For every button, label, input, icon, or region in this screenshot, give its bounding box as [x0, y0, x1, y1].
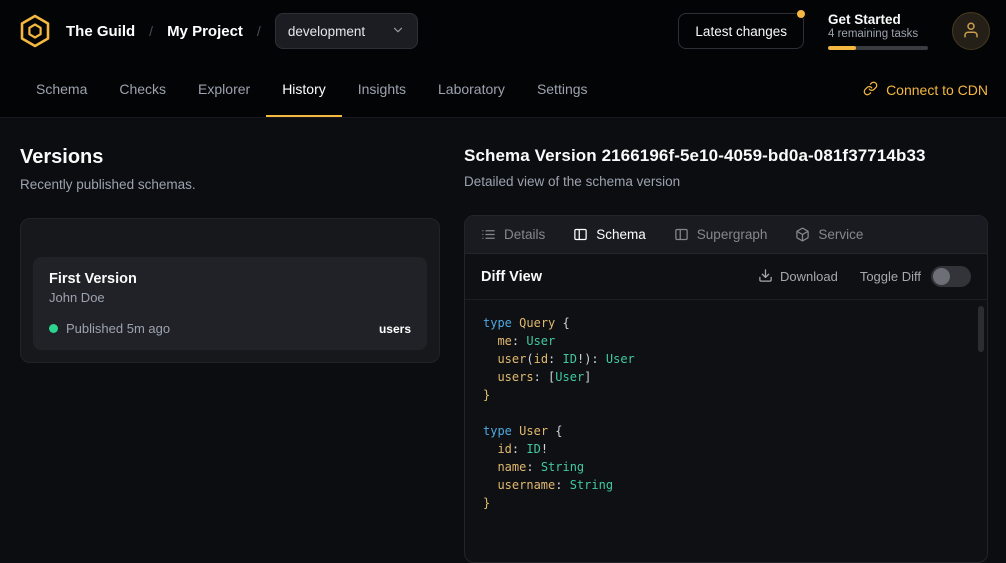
- diff-view-actions: Download Toggle Diff: [758, 266, 971, 287]
- top-header: The Guild / My Project / development Lat…: [0, 0, 1006, 62]
- detail-tab-label: Schema: [596, 227, 646, 242]
- breadcrumb: The Guild / My Project / development: [18, 13, 418, 49]
- nav-tab-checks[interactable]: Checks: [103, 62, 182, 117]
- diff-view-toolbar: Diff View Download Toggle Diff: [465, 254, 987, 300]
- detail-tab-list: Details Schema Supergraph Service: [465, 216, 987, 254]
- versions-list-card: First Version John Doe Published 5m ago use…: [20, 218, 440, 363]
- service-name-badge: users: [379, 322, 411, 336]
- guild-hive-logo-icon[interactable]: [18, 14, 52, 48]
- code-line: id: ID!: [483, 440, 969, 458]
- detail-tab-label: Details: [504, 227, 545, 242]
- detail-tab-service[interactable]: Service: [795, 227, 863, 242]
- nav-tab-explorer[interactable]: Explorer: [182, 62, 266, 117]
- detail-tab-label: Service: [818, 227, 863, 242]
- list-icon: [481, 227, 496, 242]
- notification-dot: [797, 10, 805, 18]
- latest-changes-button[interactable]: Latest changes: [678, 13, 804, 49]
- version-author: John Doe: [49, 290, 411, 305]
- toggle-diff-control: Toggle Diff: [860, 266, 971, 287]
- panels-icon: [573, 227, 588, 242]
- connect-to-cdn-label: Connect to CDN: [886, 82, 988, 98]
- toggle-diff-switch[interactable]: [931, 266, 971, 287]
- schema-version-panel: Schema Version 2166196f-5e10-4059-bd0a-0…: [464, 146, 988, 563]
- schema-version-detail-card: Details Schema Supergraph Service Diff View…: [464, 215, 988, 563]
- version-status: Published 5m ago: [66, 321, 170, 336]
- detail-tab-details[interactable]: Details: [481, 227, 545, 242]
- version-status-row: Published 5m ago users: [49, 321, 411, 336]
- version-name: First Version: [49, 271, 411, 287]
- schema-version-title: Schema Version 2166196f-5e10-4059-bd0a-0…: [464, 146, 988, 166]
- box-icon: [795, 227, 810, 242]
- schema-code-viewer[interactable]: type Query { me: User user(id: ID!): Use…: [465, 300, 987, 562]
- nav-tab-schema[interactable]: Schema: [20, 62, 103, 117]
- connect-to-cdn-link[interactable]: Connect to CDN: [863, 62, 988, 117]
- versions-title: Versions: [20, 146, 440, 169]
- panels-icon: [674, 227, 689, 242]
- switch-knob: [933, 268, 950, 285]
- get-started-progressbar: [828, 46, 928, 50]
- code-line: type Query {: [483, 314, 969, 332]
- target-selector[interactable]: development: [275, 13, 418, 49]
- get-started-progress-fill: [828, 46, 856, 50]
- download-icon: [758, 268, 773, 286]
- header-actions: Latest changes Get Started 4 remaining t…: [678, 12, 990, 50]
- detail-tab-supergraph[interactable]: Supergraph: [674, 227, 768, 242]
- code-line: me: User: [483, 332, 969, 350]
- versions-subtitle: Recently published schemas.: [20, 177, 440, 192]
- code-line: user(id: ID!): User: [483, 350, 969, 368]
- user-avatar[interactable]: [952, 12, 990, 50]
- nav-tab-list: SchemaChecksExplorerHistoryInsightsLabor…: [20, 62, 604, 117]
- code-line: }: [483, 494, 969, 512]
- version-list: First Version John Doe Published 5m ago use…: [33, 257, 427, 350]
- nav-tab-laboratory[interactable]: Laboratory: [422, 62, 521, 117]
- breadcrumb-separator: /: [149, 23, 153, 39]
- target-selector-value: development: [288, 24, 365, 39]
- org-name[interactable]: The Guild: [66, 23, 135, 40]
- link-icon: [863, 81, 878, 99]
- nav-tab-settings[interactable]: Settings: [521, 62, 604, 117]
- latest-changes-label: Latest changes: [695, 24, 787, 39]
- schema-version-subtitle: Detailed view of the schema version: [464, 174, 988, 189]
- get-started-title: Get Started: [828, 12, 928, 27]
- nav-tab-insights[interactable]: Insights: [342, 62, 422, 117]
- versions-panel: Versions Recently published schemas. Fir…: [20, 146, 440, 563]
- chevron-down-icon: [391, 23, 405, 40]
- breadcrumb-separator: /: [257, 23, 261, 39]
- project-name[interactable]: My Project: [167, 23, 243, 40]
- get-started-subtitle: 4 remaining tasks: [828, 28, 928, 40]
- schema-code: type Query { me: User user(id: ID!): Use…: [483, 314, 969, 512]
- main-nav: SchemaChecksExplorerHistoryInsightsLabor…: [0, 62, 1006, 118]
- nav-tab-history[interactable]: History: [266, 62, 342, 117]
- download-button[interactable]: Download: [758, 268, 838, 286]
- get-started-panel[interactable]: Get Started 4 remaining tasks: [828, 12, 928, 50]
- content: Versions Recently published schemas. Fir…: [0, 118, 1006, 563]
- code-line: }: [483, 386, 969, 404]
- published-status-dot: [49, 324, 58, 333]
- code-line: type User {: [483, 422, 969, 440]
- detail-tab-schema[interactable]: Schema: [573, 227, 646, 242]
- scrollbar-thumb[interactable]: [978, 306, 984, 352]
- diff-view-title: Diff View: [481, 269, 542, 285]
- code-line: username: String: [483, 476, 969, 494]
- code-line: users: [User]: [483, 368, 969, 386]
- code-line: [483, 404, 969, 422]
- scrollbar[interactable]: [978, 306, 984, 556]
- user-icon: [962, 21, 980, 42]
- detail-tab-label: Supergraph: [697, 227, 768, 242]
- download-label: Download: [780, 269, 838, 284]
- toggle-diff-label: Toggle Diff: [860, 269, 921, 284]
- code-line: name: String: [483, 458, 969, 476]
- version-item[interactable]: First Version John Doe Published 5m ago use…: [33, 257, 427, 350]
